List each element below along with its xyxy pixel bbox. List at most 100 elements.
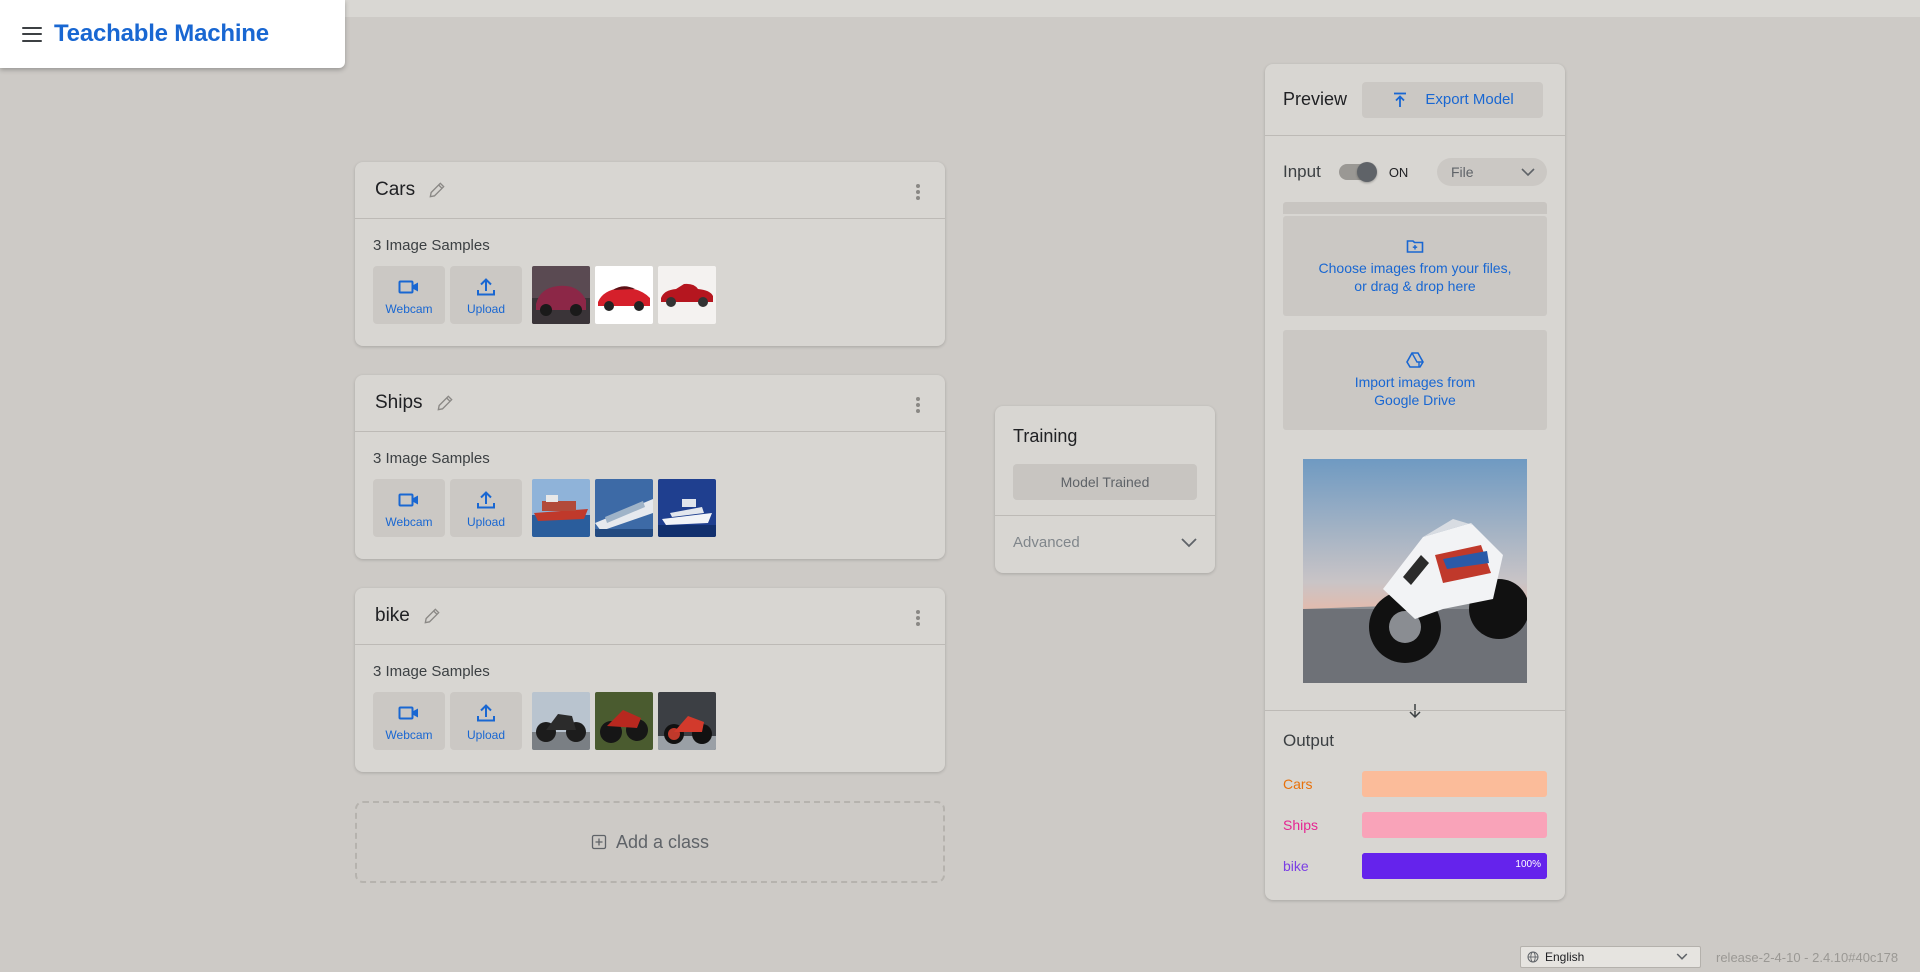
upload-icon	[477, 277, 495, 295]
sample-thumbnail[interactable]	[658, 479, 716, 537]
sample-thumbnail[interactable]	[595, 692, 653, 750]
class-name[interactable]: bike	[375, 605, 410, 627]
samples-count: 3 Image Samples	[373, 663, 490, 680]
upload-icon	[477, 703, 495, 721]
google-drive-icon	[1406, 352, 1424, 368]
export-model-button[interactable]: Export Model	[1362, 81, 1544, 118]
upload-label: Upload	[466, 301, 506, 316]
confidence-bar: 100%	[1362, 853, 1547, 879]
videocam-icon	[398, 706, 418, 719]
sample-thumbnail[interactable]	[658, 266, 716, 324]
class-card-bike: bike 3 Image Samples Webcam Upload	[355, 588, 945, 772]
samples-row: Webcam Upload	[355, 467, 945, 537]
file-drop-zone[interactable]: Choose images from your files, or drag &…	[1283, 216, 1547, 316]
sample-thumbnail[interactable]	[532, 692, 590, 750]
pencil-icon[interactable]	[435, 393, 455, 413]
drop-zone-line: or drag & drop here	[1354, 278, 1476, 294]
advanced-toggle[interactable]: Advanced	[995, 516, 1215, 551]
export-icon	[1394, 92, 1407, 107]
drop-strip	[1283, 202, 1547, 214]
more-vert-icon[interactable]	[916, 397, 920, 413]
output-label: Cars	[1283, 776, 1313, 792]
sample-thumbnail[interactable]	[658, 692, 716, 750]
upload-icon	[477, 490, 495, 508]
confidence-bar	[1362, 771, 1547, 797]
globe-icon	[1527, 951, 1539, 963]
upload-button[interactable]: Upload	[450, 692, 522, 750]
sample-thumbnail[interactable]	[532, 479, 590, 537]
class-card-header: bike	[355, 588, 945, 645]
videocam-icon	[398, 280, 418, 293]
arrow-down-icon	[1409, 704, 1421, 719]
class-card-header: Cars	[355, 162, 945, 219]
upload-label: Upload	[466, 514, 506, 529]
sample-thumbnail[interactable]	[595, 266, 653, 324]
output-row-ships: Ships	[1283, 812, 1547, 838]
add-box-icon	[591, 834, 607, 850]
export-label: Export Model	[1425, 91, 1514, 108]
samples-count: 3 Image Samples	[373, 237, 490, 254]
class-card-cars: Cars 3 Image Samples Webcam Upload	[355, 162, 945, 346]
sample-thumbnail[interactable]	[595, 479, 653, 537]
folder-add-icon	[1406, 240, 1424, 253]
samples-row: Webcam Upload	[355, 254, 945, 324]
preview-panel: Preview Export Model Input ON File Choos…	[1265, 64, 1565, 900]
class-name[interactable]: Cars	[375, 179, 415, 201]
advanced-label: Advanced	[1013, 534, 1080, 551]
add-class-label: Add a class	[615, 831, 710, 852]
input-row: Input ON File	[1265, 136, 1565, 186]
webcam-button[interactable]: Webcam	[373, 266, 445, 324]
toggle-state: ON	[1388, 164, 1409, 180]
sample-thumbnail[interactable]	[532, 266, 590, 324]
language-value: English	[1545, 950, 1585, 964]
app-title[interactable]: Teachable Machine	[54, 20, 269, 48]
input-source-select[interactable]: File	[1437, 158, 1547, 186]
toggle-knob	[1356, 162, 1377, 182]
training-title: Training	[1013, 426, 1078, 446]
videocam-icon	[398, 493, 418, 506]
chevron-down-icon	[1676, 953, 1688, 960]
output-label: Ships	[1283, 817, 1319, 833]
chevron-down-icon	[1521, 167, 1535, 176]
add-class-button[interactable]: Add a class	[355, 801, 945, 883]
drive-zone-line: Import images from	[1354, 374, 1476, 390]
app-bar: Teachable Machine	[0, 0, 345, 68]
samples-row: Webcam Upload	[355, 680, 945, 750]
class-card-header: Ships	[355, 375, 945, 432]
google-drive-import[interactable]: Import images from Google Drive	[1283, 330, 1547, 430]
training-panel: Training Model Trained Advanced	[995, 406, 1215, 573]
pencil-icon[interactable]	[422, 606, 442, 626]
preview-header: Preview Export Model	[1265, 64, 1565, 136]
release-version: release-2-4-10 - 2.4.10#40c178	[1716, 950, 1899, 965]
pencil-icon[interactable]	[427, 180, 447, 200]
preview-image	[1303, 459, 1527, 683]
chevron-down-icon	[1181, 537, 1197, 547]
class-card-ships: Ships 3 Image Samples Webcam Upload	[355, 375, 945, 559]
input-label: Input	[1283, 162, 1321, 181]
drop-zone-text: Choose images from your files, or drag &…	[1319, 259, 1512, 295]
confidence-value: 100%	[1515, 859, 1541, 870]
webcam-label: Webcam	[385, 301, 433, 316]
drive-zone-text: Import images from Google Drive	[1355, 373, 1476, 409]
output-row-bike: bike 100%	[1283, 853, 1547, 879]
more-vert-icon[interactable]	[916, 610, 920, 626]
samples-count: 3 Image Samples	[373, 450, 490, 467]
webcam-label: Webcam	[385, 727, 433, 742]
drop-zone-line: Choose images from your files,	[1318, 260, 1512, 276]
upload-button[interactable]: Upload	[450, 266, 522, 324]
upload-button[interactable]: Upload	[450, 479, 522, 537]
drive-zone-line: Google Drive	[1374, 392, 1456, 408]
upload-label: Upload	[466, 727, 506, 742]
input-toggle[interactable]	[1338, 162, 1377, 182]
webcam-button[interactable]: Webcam	[373, 692, 445, 750]
input-source-value: File	[1451, 164, 1474, 180]
class-name[interactable]: Ships	[375, 392, 423, 414]
language-select[interactable]: English	[1520, 946, 1701, 968]
webcam-label: Webcam	[385, 514, 433, 529]
hamburger-icon[interactable]	[22, 26, 42, 42]
train-model-button[interactable]: Model Trained	[1013, 464, 1197, 500]
preview-title: Preview	[1283, 89, 1348, 109]
output-title: Output	[1283, 731, 1335, 750]
webcam-button[interactable]: Webcam	[373, 479, 445, 537]
more-vert-icon[interactable]	[916, 184, 920, 200]
